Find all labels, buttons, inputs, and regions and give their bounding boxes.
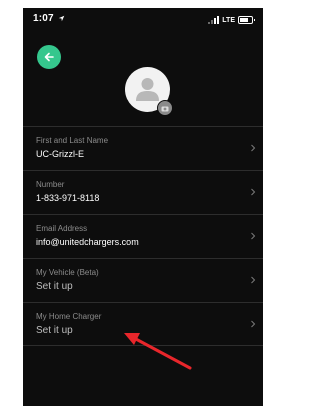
status-indicators: LTE [208,14,255,26]
chevron-right-icon [251,232,256,240]
field-label: My Vehicle (Beta) [36,268,99,277]
change-photo-button[interactable] [157,100,173,116]
signal-strength-icon [208,16,220,24]
chevron-right-icon [251,144,256,152]
back-button[interactable] [37,45,61,69]
field-value: UC-Grizzl-E [36,149,84,159]
field-label: Email Address [36,224,88,233]
home-charger-field-row[interactable]: My Home Charger Set it up [23,302,263,346]
field-label: My Home Charger [36,312,102,321]
status-time-text: 1:07 [33,13,54,24]
network-type: LTE [222,16,235,24]
status-time: 1:07 [33,13,65,24]
field-label: First and Last Name [36,136,109,145]
field-value: Set it up [36,325,73,336]
status-bar: 1:07 LTE [23,8,263,32]
field-label: Number [36,180,65,189]
email-field-row[interactable]: Email Address info@unitedchargers.com [23,214,263,258]
location-arrow-icon [58,15,65,22]
number-field-row[interactable]: Number 1-833-971-8118 [23,170,263,214]
field-value: 1-833-971-8118 [36,193,100,203]
chevron-right-icon [251,276,256,284]
phone-screen: 1:07 LTE First and Last Name UC-Grizzl-E… [23,8,263,406]
camera-icon [161,106,169,111]
name-field-row[interactable]: First and Last Name UC-Grizzl-E [23,126,263,170]
vehicle-field-row[interactable]: My Vehicle (Beta) Set it up [23,258,263,302]
battery-icon [238,16,255,24]
field-value: info@unitedchargers.com [36,237,139,247]
chevron-right-icon [251,320,256,328]
profile-field-list: First and Last Name UC-Grizzl-E Number 1… [23,126,263,346]
arrow-left-icon [44,52,54,62]
field-value: Set it up [36,281,73,292]
chevron-right-icon [251,188,256,196]
